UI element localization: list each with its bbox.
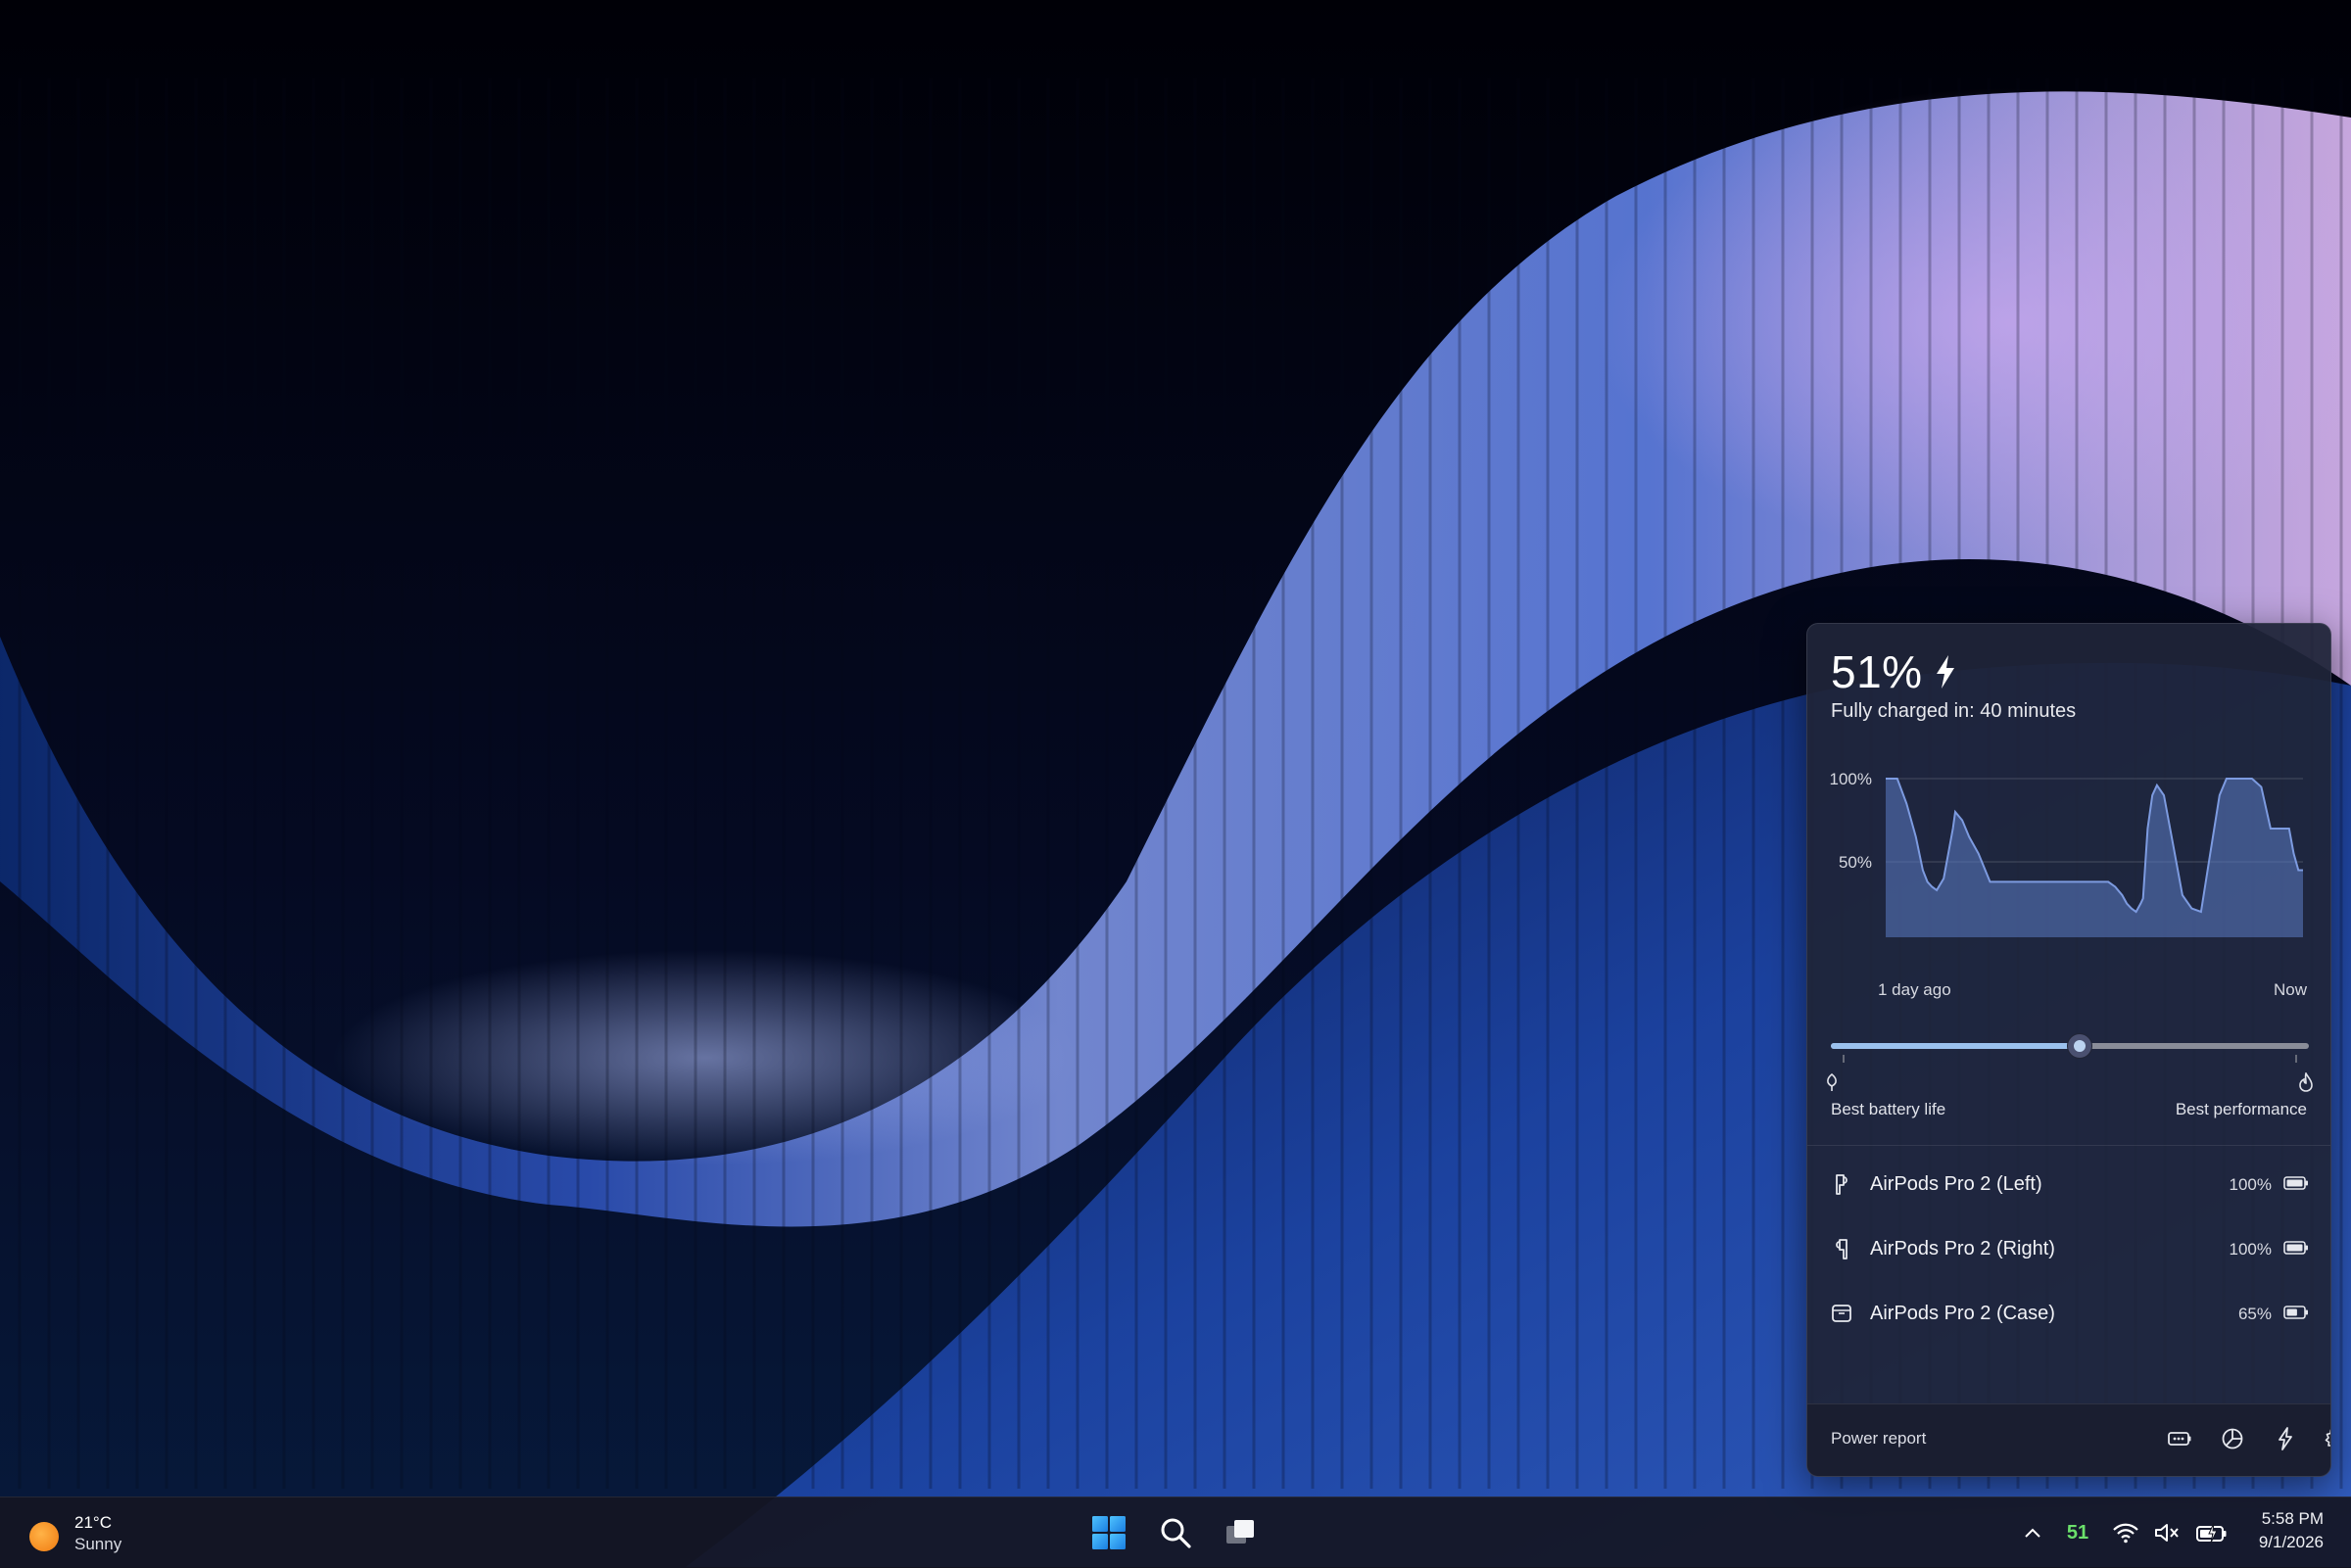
weather-condition: Sunny	[74, 1535, 122, 1553]
chart-y-tick-label: 100%	[1830, 770, 1872, 788]
settings-icon[interactable]	[2323, 1425, 2331, 1452]
power-mode-slider-fill	[1831, 1043, 2080, 1049]
task-view-icon	[1226, 1520, 1254, 1544]
divider	[1807, 1145, 2330, 1146]
charging-bolt-icon	[1936, 655, 1954, 689]
chart-x-start-label: 1 day ago	[1878, 980, 1951, 999]
clock-time: 5:58 PM	[2261, 1509, 2324, 1528]
best-performance-label: Best performance	[2175, 1100, 2307, 1118]
device-name: AirPods Pro 2 (Left)	[1870, 1173, 2042, 1195]
device-row-airpods-right[interactable]: AirPods Pro 2 (Right) 100%	[1807, 1217, 2330, 1278]
device-percent: 100%	[2229, 1175, 2272, 1194]
search-button[interactable]	[1150, 1507, 1201, 1558]
battery-percent-row: 51%	[1831, 645, 1956, 698]
best-battery-life-label: Best battery life	[1831, 1100, 1946, 1118]
windows-logo-icon	[1092, 1516, 1126, 1549]
slider-tick-right	[2295, 1055, 2297, 1063]
battery-chart-svg: 100% 50%	[1830, 770, 2303, 946]
device-name: AirPods Pro 2 (Right)	[1870, 1238, 2055, 1259]
taskbar: 21°C Sunny 51 5:58 PM 9/1/2026	[0, 1497, 2351, 1568]
network-button[interactable]	[2110, 1517, 2141, 1548]
flame-performance-icon	[2299, 1072, 2313, 1092]
weather-temperature: 21°C	[74, 1513, 112, 1532]
leaf-battery-icon	[1827, 1072, 1837, 1091]
tray-number: 51	[2066, 1521, 2089, 1544]
chart-y-tick-label: 50%	[1839, 853, 1872, 872]
chart-x-end-label: Now	[2273, 980, 2307, 999]
battery-terminal	[2305, 1309, 2308, 1315]
volume-muted-icon	[2155, 1524, 2179, 1542]
device-row-airpods-case[interactable]: AirPods Pro 2 (Case) 65%	[1807, 1282, 2330, 1343]
device-name: AirPods Pro 2 (Case)	[1870, 1303, 2055, 1324]
tray-app-indicator[interactable]: 51	[2063, 1517, 2092, 1548]
weather-widget[interactable]: 21°C Sunny	[24, 1509, 200, 1556]
battery-terminal	[2305, 1180, 2308, 1186]
device-percent: 100%	[2229, 1240, 2272, 1259]
usage-pie-icon[interactable]	[2219, 1425, 2246, 1452]
flyout-footer: Power report	[1807, 1403, 2331, 1476]
battery-usage-chart: 100% 50%	[1807, 761, 2330, 946]
clock[interactable]: 5:58 PM 9/1/2026	[2259, 1507, 2324, 1554]
battery-percent: 51%	[1831, 646, 1923, 697]
charge-time-text: Fully charged in: 40 minutes	[1831, 700, 2077, 722]
clock-date: 9/1/2026	[2258, 1533, 2324, 1551]
earbud-left-icon	[1836, 1174, 1847, 1195]
device-battery-icon	[2283, 1241, 2308, 1255]
power-plan-icon[interactable]	[2272, 1425, 2299, 1452]
search-icon	[1161, 1518, 1191, 1548]
wifi-icon	[2113, 1523, 2138, 1544]
device-battery-icon	[2283, 1306, 2308, 1319]
earbud-right-icon	[1836, 1239, 1847, 1259]
device-row-airpods-left[interactable]: AirPods Pro 2 (Left) 100%	[1807, 1153, 2330, 1213]
footer-divider	[1807, 1403, 2330, 1404]
case-icon	[1832, 1305, 1851, 1322]
device-battery-icon	[2283, 1176, 2308, 1190]
battery-level-fill	[2286, 1244, 2303, 1252]
power-mode-slider[interactable]	[1831, 1033, 2309, 1059]
power-mode-slider-thumb[interactable]	[2066, 1033, 2092, 1059]
battery-saver-icon[interactable]	[2166, 1425, 2193, 1452]
volume-button[interactable]	[2151, 1517, 2183, 1548]
start-button[interactable]	[1083, 1507, 1134, 1558]
sun-icon	[29, 1522, 59, 1551]
battery-charging-icon	[2196, 1522, 2227, 1544]
battery-level-fill	[2286, 1179, 2303, 1187]
battery-level-fill	[2286, 1308, 2297, 1316]
show-hidden-icons-button[interactable]	[2018, 1517, 2047, 1548]
device-percent: 65%	[2237, 1305, 2272, 1323]
battery-terminal	[2305, 1245, 2308, 1251]
chevron-up-icon	[2025, 1528, 2040, 1538]
task-view-button[interactable]	[1215, 1507, 1266, 1558]
battery-button[interactable]	[2194, 1517, 2230, 1548]
slider-tick-left	[1843, 1055, 1845, 1063]
power-report-link[interactable]: Power report	[1831, 1429, 1926, 1449]
battery-flyout: 51% Fully charged in: 40 minutes 100% 50%…	[1806, 623, 2331, 1477]
